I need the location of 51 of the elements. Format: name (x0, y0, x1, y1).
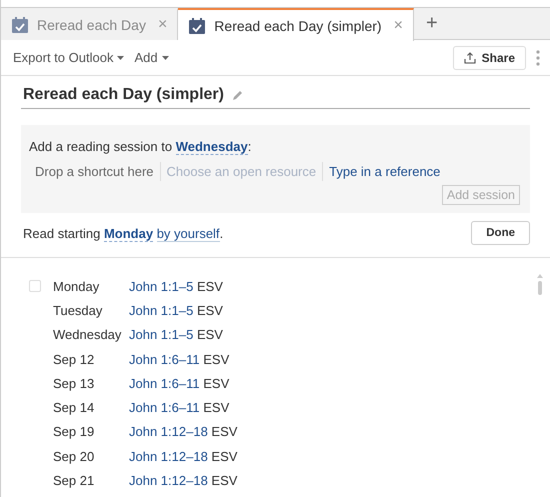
reference-link[interactable]: John 1:12–18 (129, 473, 208, 488)
done-button[interactable]: Done (471, 221, 530, 245)
reference-link[interactable]: John 1:1–5 (129, 327, 194, 342)
menu-label[interactable]: Export to Outlook (13, 50, 114, 65)
reference-link[interactable]: John 1:6–11 (129, 400, 200, 416)
calendar-check-icon (11, 16, 29, 34)
day-label: Sep 20 (53, 448, 96, 464)
day-label: Wednesday (53, 327, 122, 342)
add-session-text: Add a reading session to Wednesday: (29, 139, 252, 154)
mode-link[interactable]: by yourself (156, 226, 220, 242)
reading-reference: John 1:1–5 ESV (129, 302, 224, 318)
day-label: Sep 12 (53, 352, 96, 367)
reading-reference: John 1:6–11 ESV (129, 352, 230, 367)
day-label: Sep 19 (53, 424, 96, 440)
reference-link[interactable]: John 1:1–5 (129, 278, 194, 294)
reference-link[interactable]: John 1:6–11 (129, 376, 200, 391)
reading-reference: John 1:1–5 ESV (129, 278, 224, 294)
reading-reference: John 1:12–18 ESV (129, 473, 238, 488)
day-link[interactable]: Wednesday (176, 139, 248, 155)
caret-icon (162, 56, 169, 60)
read-starting-text: Read starting Monday by yourself. (23, 226, 224, 240)
day-label: Sep 14 (53, 400, 96, 416)
pencil-icon[interactable] (232, 90, 243, 100)
scrollbar-thumb[interactable] (538, 281, 542, 295)
day-link[interactable]: Monday (104, 226, 154, 242)
scroll-up-icon[interactable] (537, 274, 543, 278)
share-button[interactable]: Share (452, 46, 526, 70)
day-label: Monday (53, 278, 100, 294)
caret-icon (117, 56, 124, 60)
reading-reference: John 1:6–11 ESV (129, 376, 230, 391)
tab[interactable]: Reread each Day (simpler) × (178, 8, 414, 41)
reference-link[interactable]: Type in a reference (322, 162, 446, 181)
new-tab-button[interactable]: + (414, 8, 450, 39)
more-icon[interactable] (536, 48, 540, 66)
plan-title[interactable]: Reread each Day (simpler) (23, 86, 224, 104)
day-label: Tuesday (53, 302, 104, 318)
drop-hint: Drop a shortcut here (34, 163, 155, 181)
day-label: Sep 21 (53, 473, 96, 488)
share-icon (464, 52, 476, 64)
reference-link[interactable]: John 1:12–18 (129, 424, 208, 440)
reference-link[interactable]: John 1:12–18 (129, 448, 208, 464)
reading-reference: John 1:1–5 ESV (129, 327, 224, 342)
reading-reference: John 1:6–11 ESV (129, 400, 230, 416)
calendar-check-icon (188, 16, 206, 34)
reading-reference: John 1:12–18 ESV (129, 448, 238, 464)
reading-reference: John 1:12–18 ESV (129, 424, 238, 440)
checkbox[interactable] (29, 280, 41, 292)
menu-label[interactable]: Add (134, 50, 158, 65)
day-label: Sep 13 (53, 376, 96, 391)
reference-link[interactable]: John 1:1–5 (129, 302, 194, 318)
reference-link[interactable]: John 1:6–11 (129, 352, 200, 367)
